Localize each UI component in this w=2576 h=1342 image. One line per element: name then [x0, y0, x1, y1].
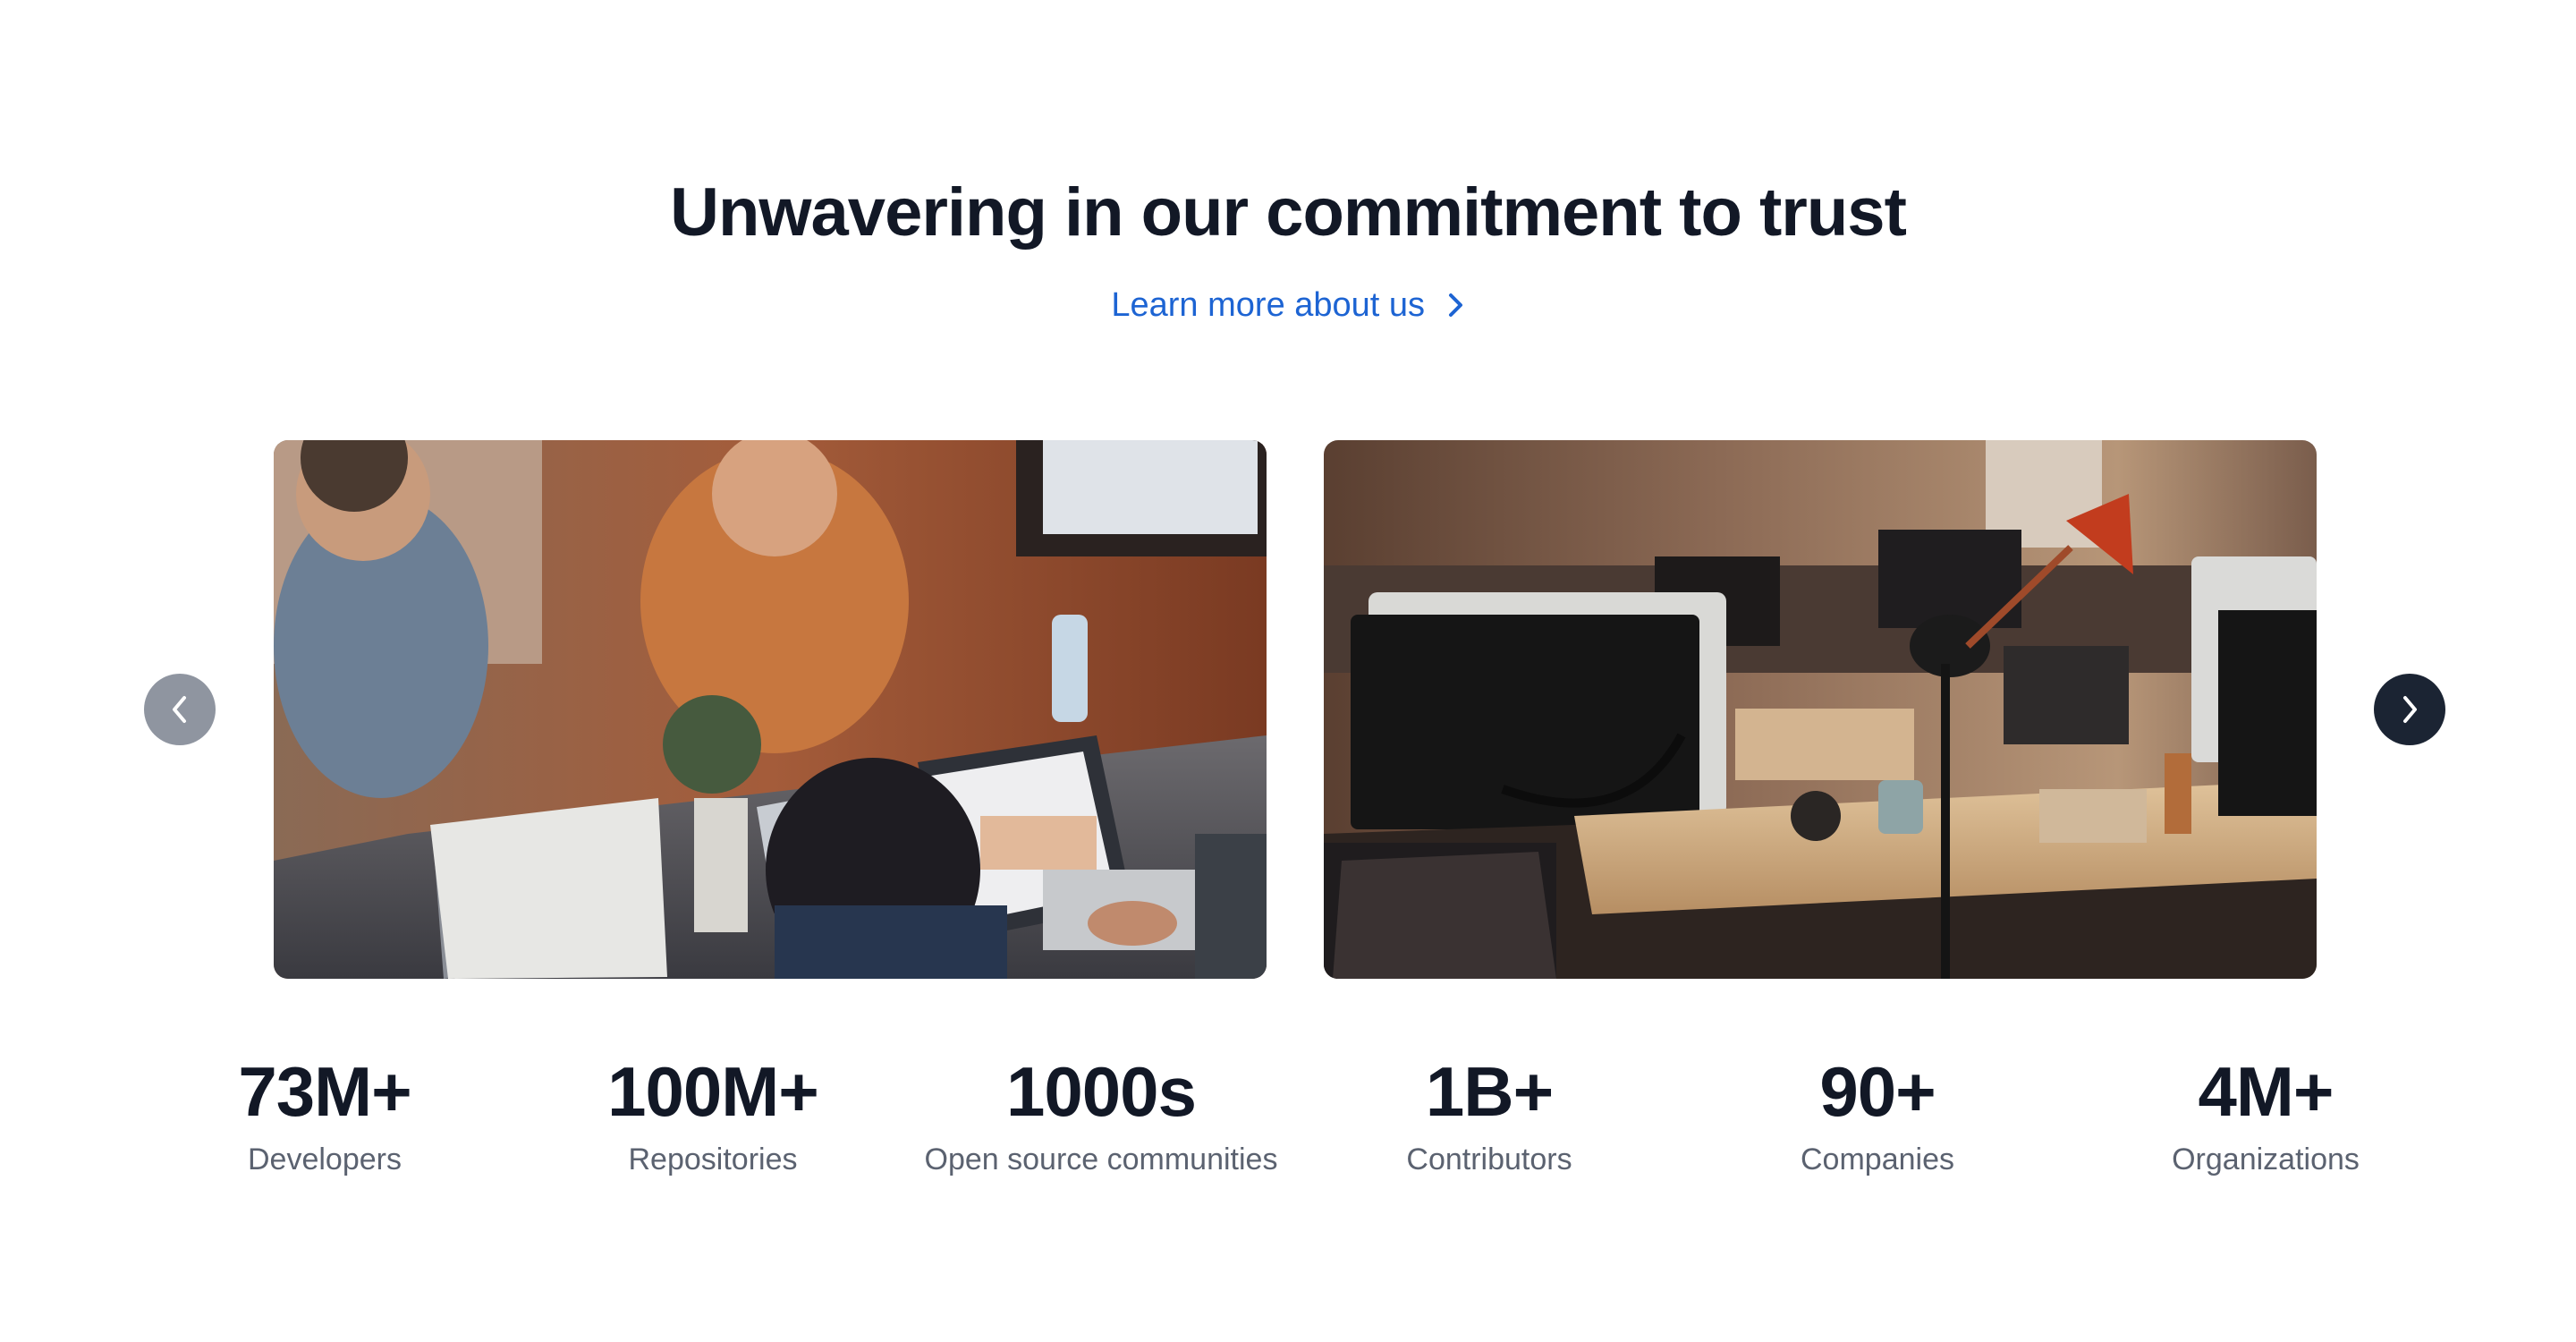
stat-value: 1B+: [1425, 1052, 1554, 1131]
stat-repositories: 100M+ Repositories: [516, 1049, 910, 1179]
stat-label: Contributors: [1406, 1142, 1572, 1176]
stat-label: Open source communities: [924, 1142, 1278, 1176]
stat-value: 4M+: [2198, 1052, 2334, 1131]
stat-label: Developers: [248, 1142, 402, 1176]
carousel-slide-team-photo: [274, 440, 1267, 979]
chevron-right-icon: [1448, 293, 1462, 317]
carousel-prev-button[interactable]: [144, 674, 216, 745]
stat-communities: 1000s Open source communities: [904, 1049, 1298, 1179]
stat-organizations: 4M+ Organizations: [2069, 1049, 2462, 1179]
learn-more-label: Learn more about us: [1111, 285, 1426, 324]
stat-label: Organizations: [2172, 1142, 2360, 1176]
stat-label: Repositories: [628, 1142, 798, 1176]
stat-label: Companies: [1801, 1142, 1954, 1176]
carousel-slide-office-photo: [1324, 440, 2317, 979]
section-heading: Unwavering in our commitment to trust: [670, 174, 1907, 251]
chevron-left-icon: [173, 696, 186, 723]
stat-developers: 73M+ Developers: [128, 1049, 521, 1179]
stat-companies: 90+ Companies: [1681, 1049, 2074, 1179]
trust-section: Unwavering in our commitment to trust Le…: [0, 0, 2576, 1342]
carousel-next-button[interactable]: [2374, 674, 2445, 745]
team-working-on-laptops-photo: [274, 440, 1267, 979]
stat-value: 90+: [1819, 1052, 1936, 1131]
chevron-right-icon: [2403, 696, 2417, 723]
learn-more-link[interactable]: Learn more about us: [0, 279, 2576, 329]
stat-value: 1000s: [1006, 1052, 1197, 1131]
stat-value: 73M+: [238, 1052, 411, 1131]
empty-office-desks-photo: [1324, 440, 2317, 979]
stat-contributors: 1B+ Contributors: [1292, 1049, 1686, 1179]
stat-value: 100M+: [607, 1052, 819, 1131]
